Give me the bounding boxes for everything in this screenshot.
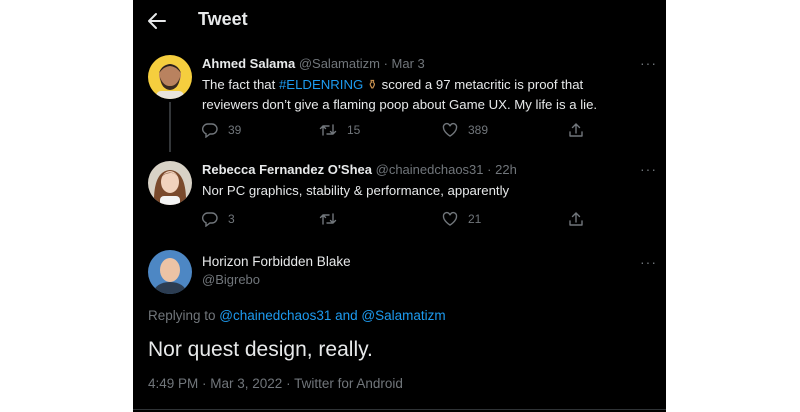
replying-and: and [331,308,362,323]
reply-icon [202,123,218,138]
timestamp[interactable]: 22h [495,162,517,177]
more-icon[interactable]: ··· [640,55,657,71]
like-button[interactable]: 21 [442,211,481,227]
tweet-text-pre: The fact that [202,77,279,92]
reply-button[interactable]: 39 [202,122,241,138]
share-icon [569,212,583,226]
tweet-panel: Tweet Ahmed Salama @Salamatizm · Mar 3 ·… [133,0,666,412]
retweet-button[interactable]: 15 [319,122,360,138]
more-icon[interactable]: ··· [640,161,657,177]
mention-link-chainedchaos31[interactable]: @chainedchaos31 [219,308,331,323]
timestamp[interactable]: Mar 3 [392,56,425,71]
like-count: 389 [468,123,489,137]
avatar-rebecca[interactable] [148,161,192,205]
avatar-horizon[interactable] [148,250,192,294]
urn-emoji: ⚱ [366,77,378,92]
main-handle[interactable]: @Bigrebo [202,272,260,287]
more-icon[interactable]: ··· [640,254,657,270]
back-arrow-icon[interactable] [147,12,167,30]
display-name[interactable]: Rebecca Fernandez O'Shea [202,162,372,177]
display-name[interactable]: Ahmed Salama [202,56,295,71]
tweet-header: Rebecca Fernandez O'Shea @chainedchaos31… [202,162,517,177]
share-button[interactable] [568,211,584,227]
reply-icon [202,212,218,227]
separator: · [383,56,388,71]
divider [133,409,666,410]
retweet-icon [319,124,337,136]
tweet-text: The fact that #ELDENRING ⚱ scored a 97 m… [202,75,622,115]
main-tweet-text: Nor quest design, really. [148,338,373,361]
header: Tweet [133,0,666,42]
like-count: 21 [468,212,482,226]
like-button[interactable]: 389 [442,122,488,138]
like-icon [442,211,458,226]
reply-button[interactable]: 3 [202,211,235,227]
tweet-text: Nor PC graphics, stability & performance… [202,183,510,198]
handle[interactable]: @Salamatizm [299,56,380,71]
thread-line [169,102,171,152]
tweet-timestamp[interactable]: 4:49 PM · Mar 3, 2022 · Twitter for Andr… [148,376,403,391]
mention-link-salamatizm[interactable]: @Salamatizm [361,308,445,323]
replying-prefix: Replying to [148,308,220,323]
reply-count: 3 [228,212,235,226]
hashtag-link[interactable]: #ELDENRING [279,77,363,92]
share-button[interactable] [568,122,584,138]
separator: · [487,162,492,177]
retweet-icon [319,213,337,225]
tweet-header: Ahmed Salama @Salamatizm · Mar 3 [202,56,425,71]
replying-to: Replying to @chainedchaos31 and @Salamat… [148,308,446,323]
like-icon [442,122,458,137]
main-display-name[interactable]: Horizon Forbidden Blake [202,254,351,269]
handle[interactable]: @chainedchaos31 [376,162,484,177]
retweet-button[interactable] [319,211,347,227]
retweet-count: 15 [347,123,361,137]
avatar-ahmed[interactable] [148,55,192,99]
reply-count: 39 [228,123,242,137]
page-title: Tweet [198,9,248,29]
share-icon [569,123,583,137]
